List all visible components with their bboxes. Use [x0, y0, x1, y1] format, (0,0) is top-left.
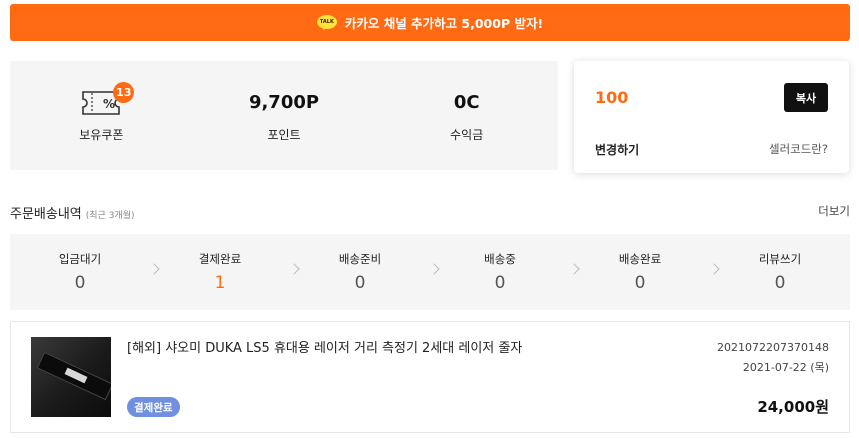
status-count: 0 [354, 273, 366, 293]
status-label: 배송완료 [618, 252, 662, 266]
change-seller-code-link[interactable]: 변경하기 [595, 141, 639, 158]
orders-title: 주문배송내역 [10, 207, 82, 222]
status-label: 배송준비 [338, 252, 382, 266]
status-payment-complete[interactable]: 결제완료 1 [150, 251, 300, 293]
seller-code-help-link[interactable]: 셀러코드란? [769, 141, 828, 157]
status-label: 배송중 [484, 252, 516, 266]
orders-subtitle: (최근 3개월) [85, 211, 135, 221]
status-badge: 결제완료 [127, 397, 180, 417]
points-label: 포인트 [267, 128, 301, 142]
more-link[interactable]: 더보기 [818, 203, 850, 219]
copy-button[interactable]: 복사 [784, 83, 828, 112]
earnings-label: 수익금 [450, 128, 484, 142]
kakao-channel-banner[interactable]: TALK 카카오 채널 추가하고 5,000P 받자! [10, 4, 850, 41]
status-preparing-shipment[interactable]: 배송준비 0 [290, 251, 440, 293]
status-awaiting-deposit[interactable]: 입금대기 0 [10, 251, 160, 293]
order-number: 2021072207370148 [717, 341, 829, 354]
seller-code-card: 100 복사 변경하기 셀러코드란? [574, 61, 849, 173]
status-delivered[interactable]: 배송완료 0 [570, 251, 720, 293]
order-date: 2021-07-22 (목) [742, 361, 829, 374]
seller-code-value: 100 [595, 88, 629, 107]
order-price: 24,000원 [757, 398, 829, 416]
status-count: 0 [494, 273, 506, 293]
svg-text:%: % [103, 97, 115, 111]
account-stats-panel: % 13 보유쿠폰 9,700P 포인트 0C 수익금 [10, 61, 558, 170]
points-value: 9,700P [248, 92, 320, 113]
status-count: 0 [634, 273, 646, 293]
status-count: 1 [214, 273, 226, 293]
status-label: 결제완료 [198, 252, 242, 266]
status-shipping[interactable]: 배송중 0 [430, 251, 580, 293]
status-write-review[interactable]: 리뷰쓰기 0 [710, 251, 850, 293]
order-status-summary: 입금대기 0 결제완료 1 배송준비 0 배송중 0 배송완료 0 리뷰쓰기 0 [10, 234, 850, 310]
kakaotalk-icon: TALK [316, 15, 337, 30]
status-label: 입금대기 [58, 252, 102, 266]
status-count: 0 [74, 273, 86, 293]
coupon-count-badge: 13 [113, 82, 135, 103]
coupon-label: 보유쿠폰 [79, 128, 124, 142]
orders-section-title: 주문배송내역 (최근 3개월) [10, 203, 135, 222]
product-thumbnail[interactable] [31, 337, 111, 417]
coupon-icon: % 13 [80, 82, 135, 118]
coupon-stat[interactable]: % 13 보유쿠폰 [10, 61, 193, 170]
banner-text: 카카오 채널 추가하고 5,000P 받자! [344, 16, 544, 31]
status-count: 0 [774, 273, 786, 293]
product-name[interactable]: [해외] 샤오미 DUKA LS5 휴대용 레이저 거리 측정기 2세대 레이저… [127, 337, 522, 356]
status-label: 리뷰쓰기 [758, 252, 802, 266]
earnings-stat[interactable]: 0C 수익금 [375, 61, 558, 170]
points-stat[interactable]: 9,700P 포인트 [193, 61, 376, 170]
order-card[interactable]: [해외] 샤오미 DUKA LS5 휴대용 레이저 거리 측정기 2세대 레이저… [10, 321, 850, 433]
earnings-value: 0C [453, 92, 480, 113]
